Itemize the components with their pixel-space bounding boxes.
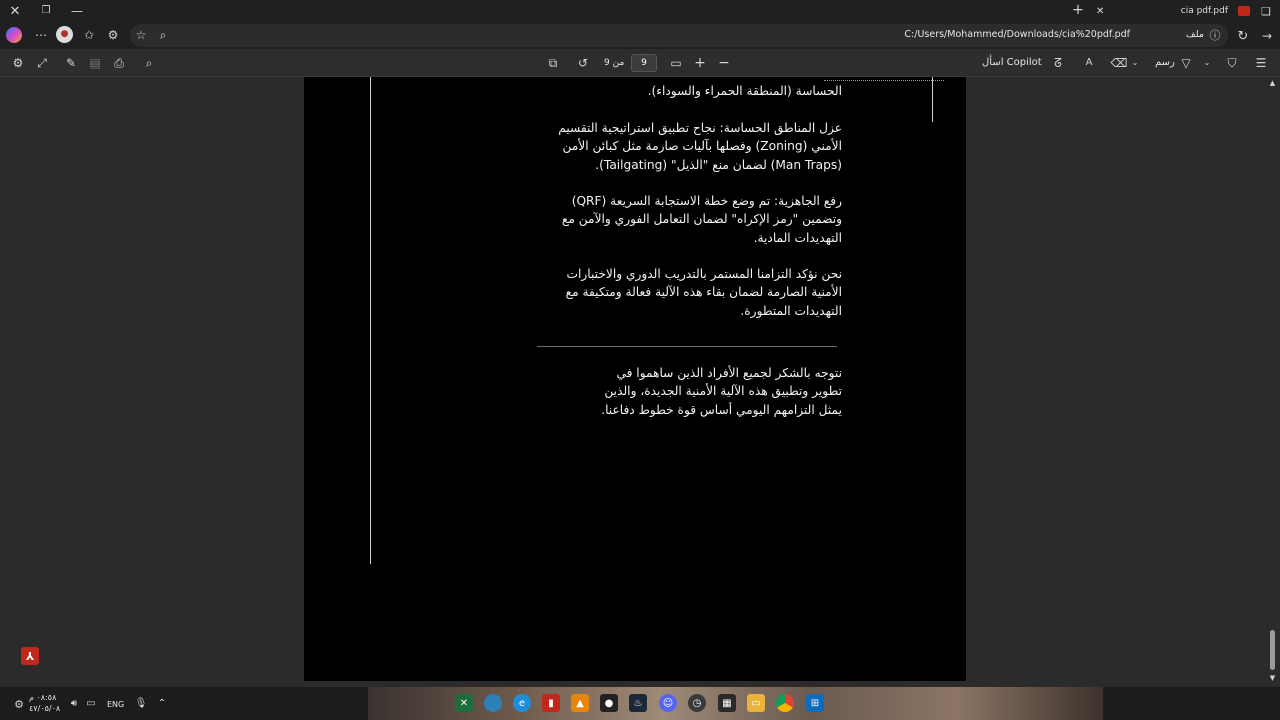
forward-icon[interactable]: → bbox=[1259, 28, 1275, 44]
erase-dropdown-icon[interactable]: ⌄ bbox=[1130, 55, 1140, 71]
clock-app-icon[interactable]: ◷ bbox=[688, 694, 706, 712]
more-options-icon[interactable]: ⋯ bbox=[33, 27, 49, 43]
store-icon[interactable]: ▦ bbox=[718, 694, 736, 712]
tab-pdf[interactable]: cia pdf.pdf ✕ bbox=[1090, 0, 1250, 22]
add-favorite-icon[interactable]: ☆ bbox=[134, 28, 148, 42]
read-aloud-icon[interactable]: A bbox=[1081, 55, 1097, 71]
settings-tray-icon[interactable]: ⚙ bbox=[12, 697, 26, 711]
network-icon[interactable]: ▭ bbox=[84, 697, 98, 711]
copilot-icon[interactable] bbox=[6, 27, 22, 43]
media-app-icon[interactable]: ▮ bbox=[542, 694, 560, 712]
paragraph-isolation: عزل المناطق الحساسة: نجاح تطبيق استراتيج… bbox=[558, 121, 842, 172]
find-icon[interactable]: ⌕ bbox=[141, 55, 157, 71]
acrobat-icon[interactable]: ⅄ bbox=[21, 647, 39, 665]
partial-text-line bbox=[824, 77, 944, 81]
section-divider bbox=[537, 346, 837, 347]
page-count-label: من 9 bbox=[604, 58, 625, 68]
volume-icon[interactable]: 🔊︎ bbox=[67, 697, 81, 711]
scroll-down-icon[interactable]: ▼ bbox=[1268, 674, 1277, 682]
tab-title: cia pdf.pdf bbox=[1180, 6, 1228, 16]
clock-time[interactable]: ٠٨:٥٨ م bbox=[29, 693, 56, 702]
address-field[interactable]: ☆ ⌕ C:/Users/Mohammed/Downloads/cia%20pd… bbox=[130, 24, 1228, 47]
draw-button[interactable]: رسم bbox=[1155, 57, 1175, 68]
search-page-icon[interactable]: ⌕ bbox=[156, 28, 170, 42]
zoom-in-icon[interactable]: + bbox=[692, 55, 708, 71]
recorder-icon[interactable]: ● bbox=[600, 694, 618, 712]
file-explorer-icon[interactable]: ▭ bbox=[747, 694, 765, 712]
page-view-icon[interactable]: ⧉ bbox=[545, 55, 561, 71]
draw-tool-icon[interactable]: ⛉ bbox=[1224, 55, 1240, 71]
start-button[interactable]: ⊞ bbox=[806, 694, 824, 712]
profile-avatar[interactable]: ● bbox=[56, 26, 73, 43]
copilot-small-icon[interactable]: ᘔ bbox=[1050, 55, 1066, 71]
fit-page-icon[interactable]: ▭ bbox=[668, 55, 684, 71]
close-window-icon[interactable]: ✕ bbox=[8, 4, 22, 18]
ask-copilot-button[interactable]: اسأل Copilot bbox=[982, 57, 1042, 68]
new-tab-icon[interactable]: + bbox=[1071, 3, 1085, 17]
language-indicator[interactable]: ENG bbox=[107, 700, 124, 709]
pdf-file-icon bbox=[1238, 6, 1250, 16]
paragraph-commitment: نحن نؤكد التزامنا المستمر بالتدريب الدور… bbox=[565, 267, 842, 318]
highlight-dropdown-icon[interactable]: ⌄ bbox=[1202, 55, 1212, 71]
highlight-icon[interactable]: ▽ bbox=[1178, 55, 1194, 71]
zoom-out-icon[interactable]: − bbox=[716, 55, 732, 71]
microphone-icon[interactable]: 🎙︎ bbox=[135, 697, 148, 711]
paragraph-sensitive-zones-end: الحساسة (المنطقة الحمراء والسوداء). bbox=[647, 84, 842, 98]
excel-app-icon[interactable]: ✕ bbox=[455, 694, 473, 712]
title-bar: ✕ ❐ — + cia pdf.pdf ✕ ❏ bbox=[0, 0, 1280, 22]
tab-actions-icon[interactable]: ❏ bbox=[1259, 4, 1273, 18]
save-icon[interactable]: ▤ bbox=[87, 55, 103, 71]
discord-icon[interactable]: ☺ bbox=[659, 694, 677, 712]
site-info-icon[interactable]: ⓘ bbox=[1208, 28, 1222, 42]
scroll-thumb[interactable] bbox=[1270, 630, 1275, 670]
url-prefix: ملف bbox=[1185, 29, 1204, 40]
fullscreen-icon[interactable]: ⤢ bbox=[34, 55, 50, 71]
restore-window-icon[interactable]: ❐ bbox=[39, 4, 53, 18]
vlc-icon[interactable]: ▲ bbox=[571, 694, 589, 712]
edit-pdf-icon[interactable]: ✎ bbox=[63, 55, 79, 71]
tab-close-icon[interactable]: ✕ bbox=[1096, 6, 1104, 17]
contents-icon[interactable]: ☰ bbox=[1253, 55, 1269, 71]
app-icon-blue[interactable] bbox=[484, 694, 502, 712]
clock-date[interactable]: ٤٧/٠٥/٠٨ bbox=[29, 704, 60, 713]
steam-icon[interactable]: ♨ bbox=[629, 694, 647, 712]
scroll-up-icon[interactable]: ▲ bbox=[1268, 79, 1277, 87]
favorites-icon[interactable]: ✩ bbox=[81, 27, 97, 43]
print-icon[interactable]: ⎙ bbox=[111, 55, 127, 71]
erase-icon[interactable]: ⌫ bbox=[1111, 55, 1128, 71]
show-hidden-icons[interactable]: ⌃ bbox=[156, 697, 168, 711]
paragraph-thanks: نتوجه بالشكر لجميع الأفراد الذين ساهموا … bbox=[601, 366, 842, 417]
minimize-window-icon[interactable]: — bbox=[70, 4, 84, 18]
paragraph-readiness: رفع الجاهزية: تم وضع خطة الاستجابة السري… bbox=[561, 194, 842, 245]
settings-icon[interactable]: ⚙ bbox=[10, 55, 26, 71]
refresh-icon[interactable]: ↻ bbox=[1235, 28, 1251, 44]
rotate-icon[interactable]: ↺ bbox=[575, 55, 591, 71]
url-text: C:/Users/Mohammed/Downloads/cia%20pdf.pd… bbox=[904, 29, 1130, 40]
page-number-input[interactable]: 9 bbox=[631, 54, 657, 72]
page-border-left bbox=[370, 77, 371, 564]
scrollbar[interactable]: ▲ ▼ bbox=[1268, 77, 1277, 685]
edge-icon[interactable]: e bbox=[513, 694, 531, 712]
clipped-line bbox=[304, 77, 966, 85]
extensions-icon[interactable]: ⚙ bbox=[105, 27, 121, 43]
chrome-icon[interactable] bbox=[776, 694, 794, 712]
